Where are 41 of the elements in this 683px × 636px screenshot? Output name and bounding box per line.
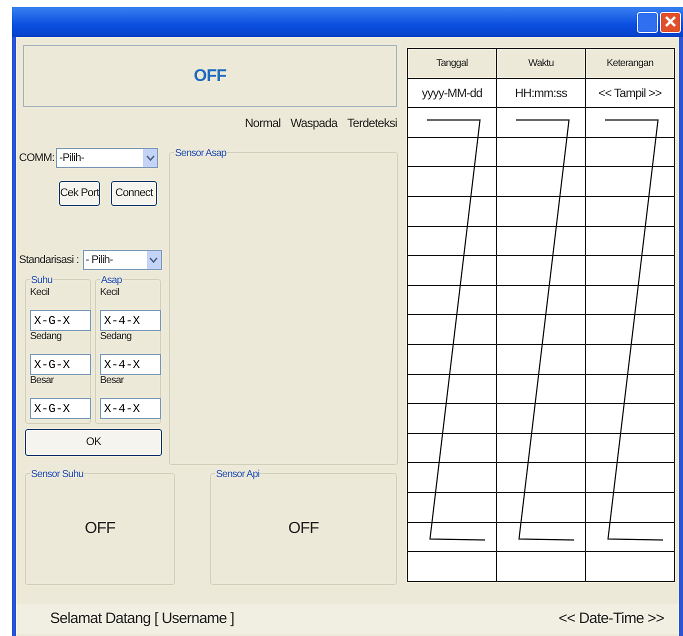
port-button[interactable]: Cek Port <box>59 181 100 206</box>
field-label: Sedang <box>30 332 62 344</box>
dropdown[interactable]: -Pilih- <box>56 148 158 168</box>
sensor-value: OFF <box>84 519 116 539</box>
threshold-field[interactable]: X-4-X <box>100 398 161 419</box>
field-label: Besar <box>30 376 55 388</box>
table-cell: HH:mm:ss <box>496 78 586 108</box>
field-label: Kecil <box>30 288 50 300</box>
column-header: Waktu <box>496 48 586 78</box>
close-icon[interactable] <box>660 12 681 32</box>
comm-label: COMM: <box>19 150 54 166</box>
field-label: Sedang <box>100 332 132 344</box>
legend-label: Normal <box>244 115 281 132</box>
welcome-text: Selamat Datang [ Username ] <box>50 608 234 629</box>
group-title: Asap <box>100 273 123 288</box>
sensor-value: OFF <box>288 519 319 539</box>
field-label: Kecil <box>100 288 120 300</box>
standardization-label: Standarisasi : <box>19 252 79 268</box>
table-cell: yyyy-MM-dd <box>408 78 496 108</box>
field-label: Besar <box>100 376 125 388</box>
threshold-field[interactable]: X-4-X <box>100 354 161 375</box>
group-title: Suhu <box>30 273 54 288</box>
column-header: Tanggal <box>408 48 496 78</box>
legend-label: Waspada <box>290 115 338 132</box>
ok-button[interactable]: OK <box>25 429 162 456</box>
group-title: Sensor Asap <box>174 146 228 161</box>
legend-label: Terdeteksi <box>347 115 397 132</box>
column-header: Keterangan <box>586 48 674 78</box>
caret-icon <box>143 149 158 167</box>
dropdown[interactable]: - Pilih- <box>82 250 162 270</box>
status-display: OFF <box>23 45 397 107</box>
threshold-field[interactable]: X-G-X <box>30 398 91 419</box>
port-button[interactable]: Connect <box>111 181 157 206</box>
date-time-text: << Date-Time >> <box>558 608 664 629</box>
caret-icon <box>146 251 161 269</box>
group-title: Sensor Api <box>215 467 260 482</box>
maximize-icon[interactable] <box>637 12 658 32</box>
threshold-field[interactable]: X-G-X <box>30 354 91 375</box>
table-cell: << Tampil >> <box>586 78 674 108</box>
threshold-field[interactable]: X-G-X <box>30 310 91 331</box>
threshold-field[interactable]: X-4-X <box>100 310 161 331</box>
